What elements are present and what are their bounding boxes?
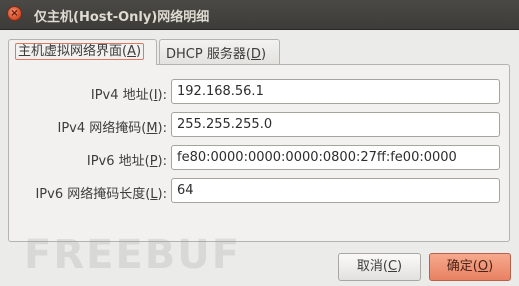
tab-mnemonic: A	[127, 44, 136, 59]
label-suffix: ):	[157, 88, 167, 103]
tab-label-post: )	[135, 44, 142, 59]
ipv6-address-label: IPv6 地址(P):	[87, 150, 167, 169]
tab-label-pre: 主机虚拟网络界面(	[18, 44, 128, 59]
window-title: 仅主机(Host-Only)网络明细	[34, 10, 210, 25]
tab-label-post: )	[260, 47, 267, 62]
label-text: IPv4 地址(	[90, 88, 154, 103]
label-suffix: ):	[157, 187, 167, 202]
label-text: IPv6 网络掩码长度(	[35, 187, 151, 202]
tab-host-interface[interactable]: 主机虚拟网络界面(A)	[8, 39, 157, 65]
tab-focus-ring: 主机虚拟网络界面(A)	[15, 43, 145, 60]
ipv4-netmask-label: IPv4 网络掩码(M):	[57, 117, 167, 136]
label-text: IPv6 地址(	[86, 154, 150, 169]
ipv4-netmask-field[interactable]: 255.255.255.0	[171, 112, 500, 137]
label-suffix: ):	[157, 154, 167, 169]
watermark: FREEBUF	[24, 232, 242, 278]
label-text: IPv4 网络掩码(	[57, 121, 147, 136]
tab-dhcp-server[interactable]: DHCP 服务器(D)	[159, 39, 280, 64]
label-mnemonic: M	[146, 121, 158, 136]
button-mnemonic: O	[477, 259, 489, 274]
title-bar: × 仅主机(Host-Only)网络明细	[0, 0, 519, 30]
close-icon[interactable]: ×	[7, 6, 22, 21]
label-mnemonic: L	[150, 187, 158, 202]
cancel-button[interactable]: 取消(C)	[338, 253, 421, 281]
button-label: 取消(	[356, 259, 388, 274]
ipv4-address-label: IPv4 地址(I):	[91, 84, 167, 103]
label-suffix: ):	[157, 121, 167, 136]
tab-mnemonic: D	[250, 47, 261, 62]
ipv4-address-field[interactable]: 192.168.56.1	[171, 79, 500, 104]
label-mnemonic: P	[149, 154, 158, 169]
button-mnemonic: C	[387, 259, 398, 274]
ipv6-prefix-length-label: IPv6 网络掩码长度(L):	[35, 183, 167, 202]
tab-label-pre: DHCP 服务器(	[166, 47, 251, 62]
ipv6-address-field[interactable]: fe80:0000:0000:0000:0800:27ff:fe00:0000	[171, 145, 500, 170]
button-label-suffix: )	[397, 259, 403, 274]
button-label-suffix: )	[488, 259, 494, 274]
button-label: 确定(	[446, 259, 478, 274]
ok-button[interactable]: 确定(O)	[429, 253, 511, 281]
ipv6-prefix-length-field[interactable]: 64	[171, 178, 500, 203]
